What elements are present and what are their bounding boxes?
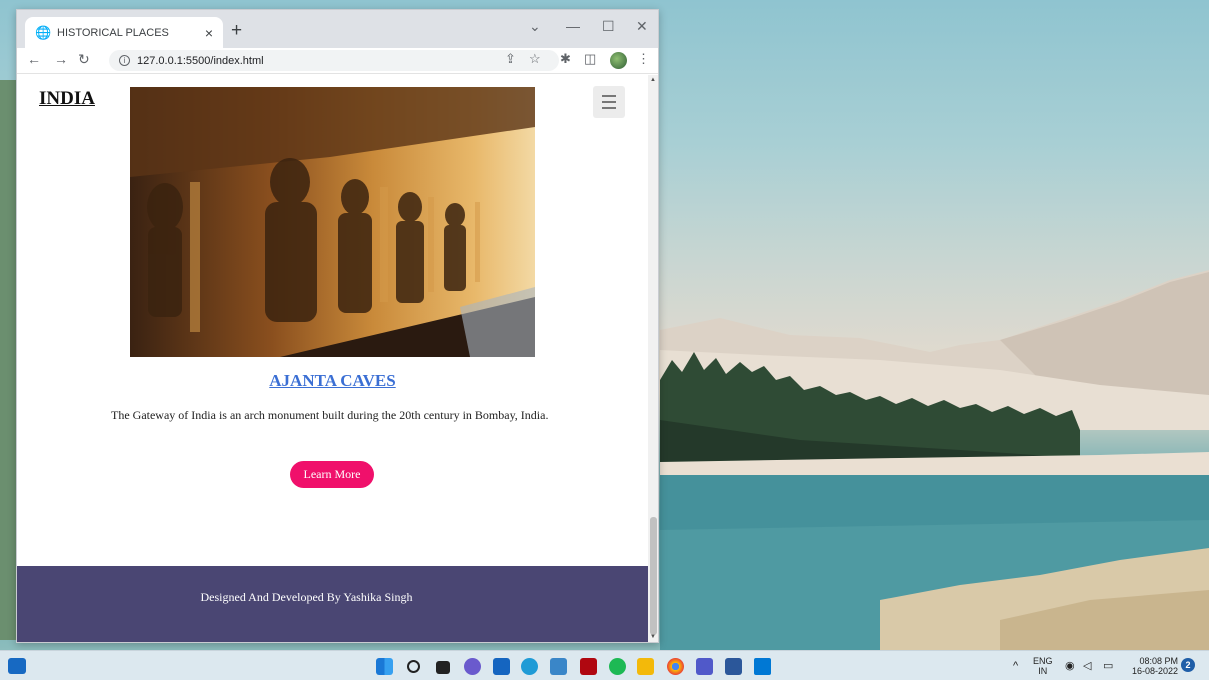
page-footer: Designed And Developed By Yashika Singh	[17, 566, 648, 642]
maximize-button[interactable]: ☐	[602, 18, 615, 35]
clock-time: 08:08 PM	[1139, 656, 1178, 666]
clock-date: 16-08-2022	[1131, 666, 1178, 676]
footer-credit: Designed And Developed By Yashika Singh	[200, 590, 413, 604]
volume-icon[interactable]: ◁	[1083, 661, 1091, 672]
edge-browser-icon[interactable]	[521, 658, 538, 675]
widgets-icon[interactable]	[8, 658, 26, 674]
task-view-icon[interactable]	[436, 661, 450, 674]
new-tab-button[interactable]: +	[231, 20, 242, 42]
bookmark-star-icon[interactable]: ☆	[529, 51, 541, 67]
page-viewport: INDIA AJANTA CAVES The Gateway of India …	[17, 75, 648, 642]
notification-badge[interactable]: 2	[1181, 658, 1195, 672]
url-text: 127.0.0.1:5500/index.html	[137, 54, 264, 67]
scroll-up-arrow-icon[interactable]: ▲	[650, 77, 656, 83]
region-code: IN	[1038, 666, 1048, 676]
hamburger-line	[602, 101, 616, 103]
scrollbar-thumb[interactable]	[650, 517, 657, 635]
extensions-puzzle-icon[interactable]: ✱	[560, 51, 571, 67]
reload-icon[interactable]: ↻	[78, 51, 90, 68]
wifi-icon[interactable]: ◉	[1065, 661, 1075, 672]
info-icon[interactable]: i	[119, 55, 130, 66]
close-window-button[interactable]: ✕	[636, 18, 648, 35]
chat-icon[interactable]	[464, 658, 481, 675]
hamburger-line	[602, 95, 616, 97]
share-icon[interactable]: ⇪	[505, 51, 516, 67]
scroll-down-arrow-icon[interactable]: ▼	[650, 634, 656, 640]
learn-more-button[interactable]: Learn More	[290, 461, 374, 488]
menu-kebab-icon[interactable]: ⋮	[637, 51, 650, 67]
taskbar: ^ ENG IN ◉ ◁ ▭ 08:08 PM 16-08-2022	[0, 650, 1209, 680]
browser-window: 🌐 HISTORICAL PLACES × + ⌄ — ☐ ✕ ← → ↻ i …	[16, 9, 659, 643]
hamburger-line	[602, 107, 616, 109]
tab-strip: 🌐 HISTORICAL PLACES × + ⌄ — ☐ ✕	[17, 10, 658, 48]
brand-logo[interactable]: INDIA	[39, 88, 95, 110]
vscode-icon[interactable]	[754, 658, 771, 675]
word-icon[interactable]	[725, 658, 742, 675]
hamburger-menu-button[interactable]	[593, 86, 625, 118]
profile-avatar[interactable]	[610, 52, 627, 69]
netflix-icon[interactable]	[580, 658, 597, 675]
file-explorer-icon[interactable]	[637, 658, 654, 675]
forward-arrow-icon[interactable]: →	[54, 51, 68, 67]
globe-icon: 🌐	[35, 24, 52, 40]
place-description: The Gateway of India is an arch monument…	[111, 408, 549, 422]
chevron-down-icon[interactable]: ⌄	[529, 18, 541, 35]
calendar-app-icon[interactable]	[550, 658, 567, 675]
search-icon[interactable]	[407, 660, 420, 673]
browser-toolbar: ← → ↻ i 127.0.0.1:5500/index.html ⇪ ☆ ✱ …	[17, 48, 658, 74]
clock[interactable]: 08:08 PM 16-08-2022	[1126, 656, 1178, 676]
close-tab-icon[interactable]: ×	[205, 25, 213, 41]
language-code: ENG	[1033, 656, 1053, 666]
cave-photo	[130, 87, 535, 357]
windows-start-icon[interactable]	[376, 658, 393, 675]
battery-icon[interactable]: ▭	[1103, 661, 1113, 672]
back-arrow-icon[interactable]: ←	[27, 51, 41, 67]
chrome-icon[interactable]	[667, 658, 684, 675]
address-bar[interactable]: i 127.0.0.1:5500/index.html	[109, 50, 559, 71]
spotify-icon[interactable]	[609, 658, 626, 675]
teams-icon[interactable]	[696, 658, 713, 675]
mail-icon[interactable]	[493, 658, 510, 675]
tab-title: HISTORICAL PLACES	[57, 26, 169, 39]
language-indicator[interactable]: ENG IN	[1033, 656, 1053, 676]
side-panel-icon[interactable]: ◫	[584, 51, 596, 67]
browser-tab[interactable]: 🌐 HISTORICAL PLACES ×	[25, 17, 223, 48]
tray-chevron-up-icon[interactable]: ^	[1013, 661, 1018, 672]
place-title-link[interactable]: AJANTA CAVES	[17, 371, 648, 391]
minimize-button[interactable]: —	[566, 18, 580, 34]
